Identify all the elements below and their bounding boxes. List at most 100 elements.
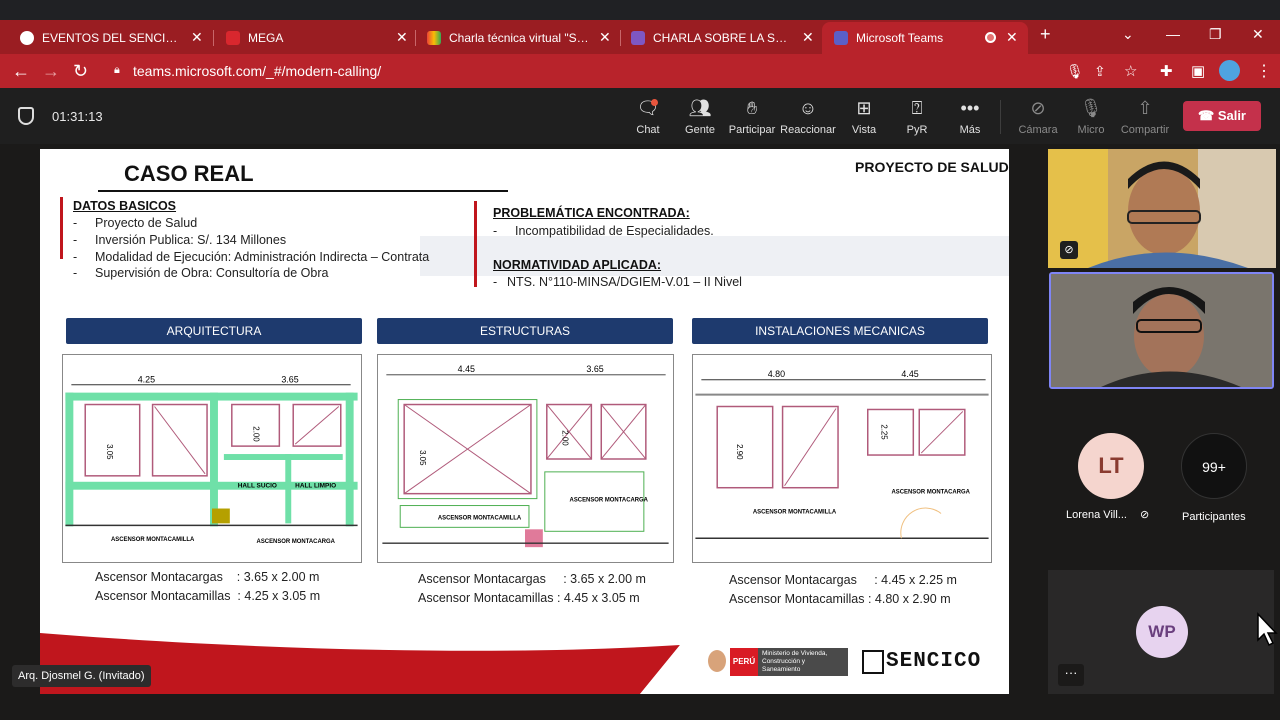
room-label: HALL LIMPIO <box>295 483 336 490</box>
dimension-label: 3.05 <box>105 444 114 460</box>
close-window-icon[interactable]: ✕ <box>1252 26 1264 43</box>
column-block <box>525 529 543 548</box>
new-tab-button[interactable]: + <box>1040 24 1051 45</box>
tab-charla-tecnica[interactable]: Charla técnica virtual "SUPER ✕ <box>407 22 617 54</box>
dimension-label: 4.25 <box>138 375 155 385</box>
browser-menu-icon[interactable]: ⋮ <box>1256 61 1272 81</box>
shaft-cross <box>784 408 837 487</box>
close-tab-icon[interactable]: ✕ <box>1006 29 1018 46</box>
dimension-label: 2.25 <box>880 424 889 440</box>
participant-count-badge[interactable]: 99+ <box>1181 433 1247 499</box>
tab-search-icon[interactable]: ⌄ <box>1122 26 1134 43</box>
gmail-icon <box>427 31 441 45</box>
share-icon: ⇧ <box>1137 98 1153 118</box>
close-tab-icon[interactable]: ✕ <box>396 29 408 46</box>
wall <box>223 454 343 460</box>
share-button[interactable]: ⇧ Compartir <box>1117 96 1173 136</box>
grid-view-icon: ⊞ <box>856 98 872 118</box>
close-tab-icon[interactable]: ✕ <box>802 29 814 46</box>
title-underline <box>98 190 508 192</box>
teams-icon <box>834 31 848 45</box>
presenter-name-tag: Arq. Djosmel G. (Invitado) <box>12 665 151 687</box>
shaft-cross <box>920 411 964 454</box>
url-text[interactable]: teams.microsoft.com/_#/modern-calling/ <box>133 63 381 79</box>
room-label: ASCENSOR MONTACAMILLA <box>438 515 522 521</box>
tab-microsoft-teams[interactable]: Microsoft Teams ✕ <box>822 22 1028 54</box>
norm-heading: NORMATIVIDAD APLICADA: <box>493 258 662 272</box>
datos-heading: DATOS BASICOS <box>73 199 177 213</box>
minimize-icon[interactable]: — <box>1166 26 1180 42</box>
close-tab-icon[interactable]: ✕ <box>599 29 611 46</box>
room-label: HALL SUCIO <box>238 483 277 490</box>
forward-icon[interactable]: → <box>42 61 60 82</box>
participant-name: Lorena Vill... <box>1066 509 1127 521</box>
shield-icon <box>18 107 34 125</box>
dimension-label: 4.45 <box>901 369 918 379</box>
close-tab-icon[interactable]: ✕ <box>191 29 203 46</box>
globe-icon <box>20 31 34 45</box>
people-icon: 👥︎ <box>688 98 712 118</box>
spec-line: Ascensor Montacargas : 3.65 x 2.00 m <box>95 570 320 584</box>
share-page-icon[interactable]: ⇪ <box>1094 63 1106 80</box>
room-label: ASCENSOR MONTACARGA <box>892 490 971 496</box>
extensions-icon[interactable]: ✚ <box>1160 62 1173 80</box>
room-label: ASCENSOR MONTACAMILLA <box>753 509 837 515</box>
plan-instalaciones: 4.80 4.45 2.90 2.25 ASCENSOR MONTACAMILL… <box>692 354 992 563</box>
back-icon[interactable]: ← <box>12 61 30 82</box>
room-label: ASCENSOR MONTACARGA <box>257 539 336 545</box>
view-button[interactable]: ⊞ Vista <box>836 96 892 136</box>
raise-hand-button[interactable]: ✋︎ Participar <box>724 96 780 136</box>
tab-eventos-sencico[interactable]: EVENTOS DEL SENCICO ✕ <box>0 22 210 54</box>
more-actions-button[interactable]: ••• Más <box>942 96 998 136</box>
chat-icon: 🗨︎ <box>636 98 660 118</box>
slide-project-label: PROYECTO DE SALUD <box>855 159 1009 175</box>
participant-video-1[interactable] <box>1048 149 1276 268</box>
column-block <box>212 508 230 524</box>
wall <box>285 454 292 524</box>
phone-hangup-icon: ☎︎ <box>1197 108 1215 123</box>
plan-arquitectura: 4.25 3.65 3.05 2.00 HALL SUCIO HALL LIMP… <box>62 354 362 563</box>
participant-video-2[interactable] <box>1049 272 1274 389</box>
leave-button[interactable]: ☎︎ Salir <box>1183 101 1261 131</box>
participant-avatar-lt[interactable]: LT <box>1078 433 1144 499</box>
wall-yellow <box>1048 149 1108 268</box>
more-participants-button[interactable]: ··· <box>1058 664 1084 686</box>
meeting-timer: 01:31:13 <box>52 109 103 124</box>
bookmark-star-icon[interactable]: ☆ <box>1124 62 1137 80</box>
spec-line: Ascensor Montacargas : 3.65 x 2.00 m <box>418 572 646 586</box>
qa-icon: ⍰ <box>911 98 923 118</box>
mega-icon <box>226 31 240 45</box>
side-panel-icon[interactable]: ▣ <box>1191 62 1205 80</box>
dimension-label: 3.65 <box>586 364 603 374</box>
shared-slide: CASO REAL PROYECTO DE SALUD DATOS BASICO… <box>40 149 1009 694</box>
wall <box>345 392 354 527</box>
reload-icon[interactable]: ↻ <box>73 61 88 82</box>
face <box>1134 294 1204 378</box>
tab-charla-supervision[interactable]: CHARLA SOBRE LA SUPERVI ✕ <box>611 22 821 54</box>
react-button[interactable]: ☺ Reaccionar <box>780 96 836 136</box>
panel-header-arquitectura: ARQUITECTURA <box>66 318 362 344</box>
dimension-label: 2.90 <box>735 444 744 460</box>
elevator-car <box>867 408 915 456</box>
sencico-mark-icon <box>862 650 884 674</box>
accent-bar <box>60 197 63 259</box>
dimension-label: 3.05 <box>418 450 427 466</box>
spec-line: Ascensor Montacargas : 4.45 x 2.25 m <box>729 573 957 587</box>
profile-avatar[interactable] <box>1219 60 1240 81</box>
chat-button[interactable]: 🗨︎ Chat <box>620 96 676 136</box>
lock-icon[interactable]: 🔒︎ <box>114 64 120 77</box>
mic-permission-icon[interactable]: 🎙︎ <box>1066 63 1084 80</box>
qa-button[interactable]: ⍰ PyR <box>889 96 945 136</box>
shaft-cross <box>154 406 206 475</box>
toolbar-divider <box>1000 100 1001 134</box>
raise-hand-icon: ✋︎ <box>746 98 758 118</box>
tab-mega[interactable]: MEGA ✕ <box>206 22 416 54</box>
restore-icon[interactable]: ❐ <box>1209 26 1222 43</box>
spec-line: Ascensor Montacamillas : 4.45 x 3.05 m <box>418 591 640 605</box>
recording-icon <box>985 32 996 43</box>
mic-button[interactable]: 🎙︎ Micro <box>1063 96 1119 136</box>
chat-badge <box>651 99 658 106</box>
people-button[interactable]: 👥︎ Gente <box>672 96 728 136</box>
camera-button[interactable]: ⊘ Cámara <box>1010 96 1066 136</box>
panel-header-estructuras: ESTRUCTURAS <box>377 318 673 344</box>
